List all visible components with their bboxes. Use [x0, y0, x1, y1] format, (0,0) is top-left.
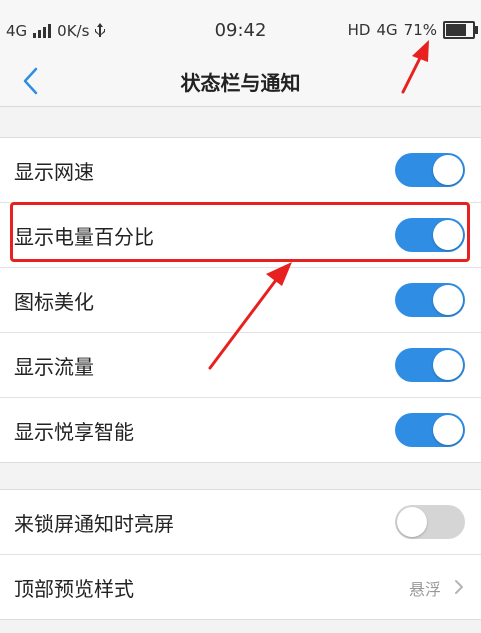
page-title: 状态栏与通知 [180, 71, 301, 95]
setting-row-show-traffic: 显示流量 [0, 333, 481, 398]
navigation-bar: 状态栏与通知 [0, 58, 481, 107]
setting-row-show-smart: 显示悦享智能 [0, 398, 481, 462]
show-speed-toggle[interactable] [395, 153, 465, 187]
icon-beautify-toggle[interactable] [395, 283, 465, 317]
preview-style-value: 悬浮 [408, 580, 441, 599]
show-battery-percent-toggle[interactable] [395, 218, 465, 252]
setting-label: 图标美化 [14, 290, 94, 314]
hd-badge: HD [347, 21, 371, 39]
setting-label: 显示电量百分比 [14, 225, 154, 249]
battery-percent: 71% [403, 21, 437, 39]
chevron-right-icon [455, 580, 463, 594]
settings-group-status-bar: 显示网速 显示电量百分比 图标美化 显示流量 显示悦享智能 [0, 137, 481, 463]
setting-label: 显示悦享智能 [14, 420, 134, 444]
battery-icon [443, 21, 478, 39]
status-bar: 4G 0K/s 09:42 HD 4G 71% [0, 0, 481, 58]
settings-group-notifications: 来锁屏通知时亮屏 顶部预览样式 悬浮 [0, 489, 481, 620]
setting-label: 来锁屏通知时亮屏 [14, 512, 174, 536]
setting-label: 显示流量 [14, 355, 94, 379]
network-type-right: 4G [376, 21, 398, 39]
setting-row-preview-style[interactable]: 顶部预览样式 悬浮 [0, 555, 481, 619]
setting-label: 顶部预览样式 [14, 577, 134, 601]
setting-label: 显示网速 [14, 160, 94, 184]
show-smart-toggle[interactable] [395, 413, 465, 447]
setting-row-icon-beautify: 图标美化 [0, 268, 481, 333]
setting-row-show-speed: 显示网速 [0, 138, 481, 203]
setting-row-wake-on-notification: 来锁屏通知时亮屏 [0, 490, 481, 555]
status-right: HD 4G 71% [347, 21, 478, 39]
show-traffic-toggle[interactable] [395, 348, 465, 382]
wake-on-notification-toggle[interactable] [395, 505, 465, 539]
setting-row-show-battery-percent: 显示电量百分比 [0, 203, 481, 268]
